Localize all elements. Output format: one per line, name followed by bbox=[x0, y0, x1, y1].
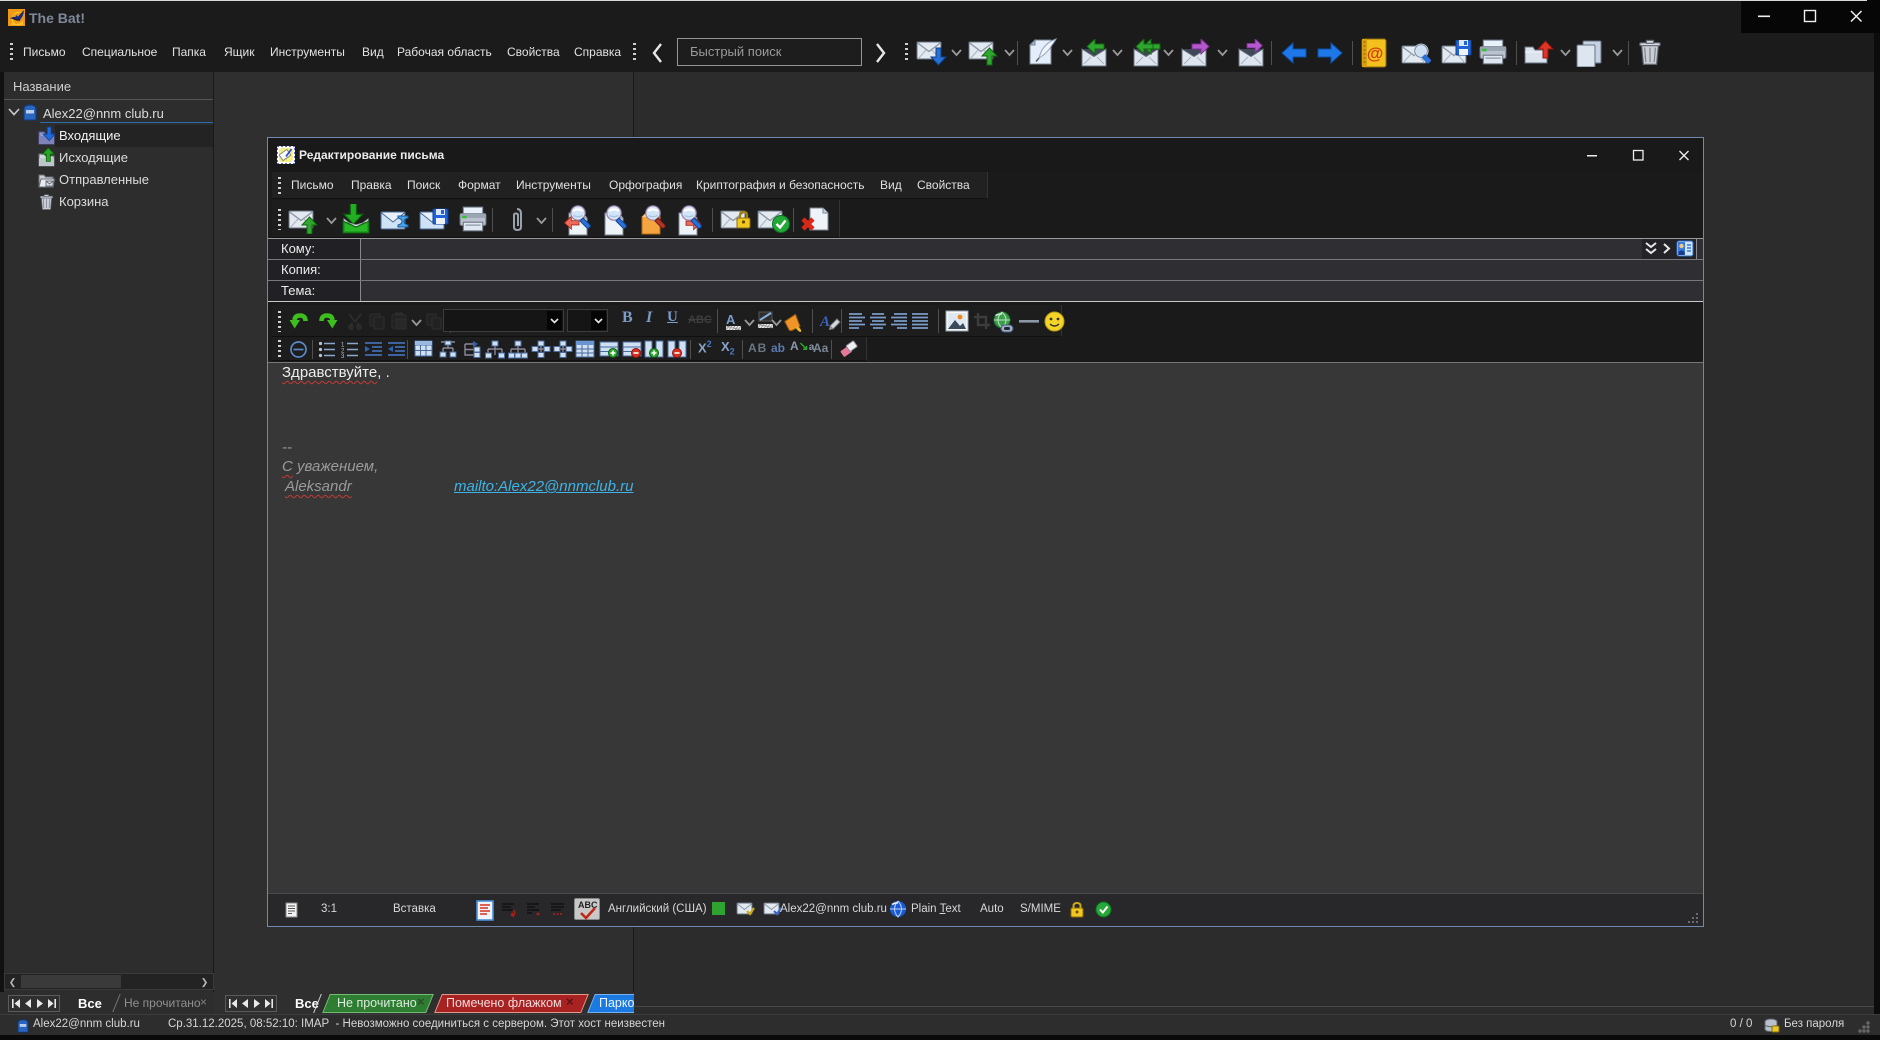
svg-text:A: A bbox=[819, 314, 830, 330]
svg-text:@: @ bbox=[1367, 44, 1384, 63]
svg-text:A: A bbox=[726, 312, 736, 327]
svg-text:3: 3 bbox=[341, 354, 345, 358]
